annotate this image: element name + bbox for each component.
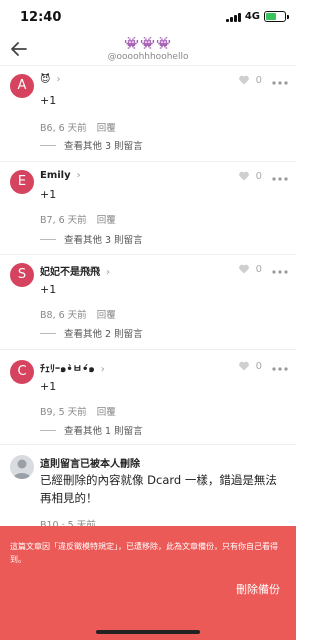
comment-meta: B8, 6 天前 回覆 [40,310,116,321]
more-options-icon[interactable] [270,76,290,90]
comment-meta: B9, 5 天前 回覆 [40,407,116,418]
reply-button[interactable]: 回覆 [97,215,116,226]
comment-text: +1 [40,188,57,201]
like-button[interactable]: 0 [238,74,262,86]
chevron-right-icon: › [106,267,110,278]
comment-text: +1 [40,283,57,296]
comment-author[interactable]: 妃妃不是飛飛 › [40,263,110,278]
comment-author[interactable]: 😈 › [40,74,60,85]
heart-icon [238,361,249,371]
battery-icon [264,11,289,22]
comment-b9: C ﾁｪﾘｰ๑•̀ㅂ•́๑ › 0 +1 B9, 5 天前 回覆 查看其他 1 則留… [0,350,296,444]
avatar[interactable]: S [10,263,34,287]
view-more-replies[interactable]: 查看其他 1 則留言 [40,423,143,437]
status-time: 12:40 [20,10,62,25]
banner-message: 這篇文章因「違反徵模特規定」，已遭移除，此為文章備份，只有你自己看得到。 [10,542,278,564]
reply-button[interactable]: 回覆 [97,310,116,321]
comment-b7: E Emily › 0 +1 B7, 6 天前 回覆 查看其他 3 則留言 [0,162,296,254]
more-options-icon[interactable] [270,265,290,279]
comment-author[interactable]: Emily › [40,170,81,181]
avatar[interactable]: C [10,360,34,384]
heart-icon [238,171,249,181]
comment-meta: B6, 6 天前 回覆 [40,123,116,134]
avatar[interactable]: E [10,170,34,194]
like-button[interactable]: 0 [238,263,262,275]
like-count: 0 [255,74,262,86]
delete-backup-button[interactable]: 刪除備份 [236,581,280,597]
home-indicator[interactable] [96,630,200,634]
heart-icon [238,264,249,274]
comment-meta: B7, 6 天前 回覆 [40,215,116,226]
view-more-replies[interactable]: 查看其他 3 則留言 [40,232,143,246]
like-button[interactable]: 0 [238,170,262,182]
like-count: 0 [255,170,262,182]
avatar[interactable]: A [10,74,34,98]
deleted-comment-title: 這則留言已被本人刪除 [40,459,140,470]
comment-b8: S 妃妃不是飛飛 › 0 +1 B8, 6 天前 回覆 查看其他 2 則留言 [0,255,296,349]
reply-button[interactable]: 回覆 [97,123,116,134]
comment-author[interactable]: ﾁｪﾘｰ๑•̀ㅂ•́๑ › [40,360,105,377]
chevron-right-icon: › [56,74,61,85]
chevron-right-icon: › [76,170,81,181]
view-more-replies[interactable]: 查看其他 2 則留言 [40,326,143,340]
like-count: 0 [255,263,262,275]
reply-button[interactable]: 回覆 [97,407,116,418]
more-options-icon[interactable] [270,172,290,186]
comment-text: +1 [40,380,57,393]
heart-icon [238,75,249,85]
header-subtitle: @oooohhhoohello [107,52,189,62]
header: 👾👾👾 @oooohhhoohello [0,36,296,66]
removed-post-banner: 這篇文章因「違反徵模特規定」，已遭移除，此為文章備份，只有你自己看得到。 刪除備… [0,526,296,640]
status-icons: 4G [225,11,289,22]
chevron-right-icon: › [100,364,105,375]
screen: 12:40 4G 👾👾👾 @oooohhhoohello A 😈 › 0 +1 B… [0,0,296,640]
status-bar: 12:40 4G [0,0,296,36]
network-label: 4G [244,11,260,22]
header-title: 👾👾👾 [124,36,172,50]
default-avatar-icon [10,455,34,479]
signal-icon [225,12,241,22]
like-count: 0 [255,360,262,372]
comment-b6: A 😈 › 0 +1 B6, 6 天前 回覆 查看其他 3 則留言 [0,66,296,162]
view-more-replies[interactable]: 查看其他 3 則留言 [40,138,143,152]
deleted-comment-text: 已經刪除的內容就像 Dcard 一樣，錯過是無法再相見的！ [40,473,277,505]
like-button[interactable]: 0 [238,360,262,372]
comment-b10-deleted: 這則留言已被本人刪除 已經刪除的內容就像 Dcard 一樣，錯過是無法再相見的！… [0,445,296,531]
more-options-icon[interactable] [270,362,290,376]
comment-text: +1 [40,94,57,107]
